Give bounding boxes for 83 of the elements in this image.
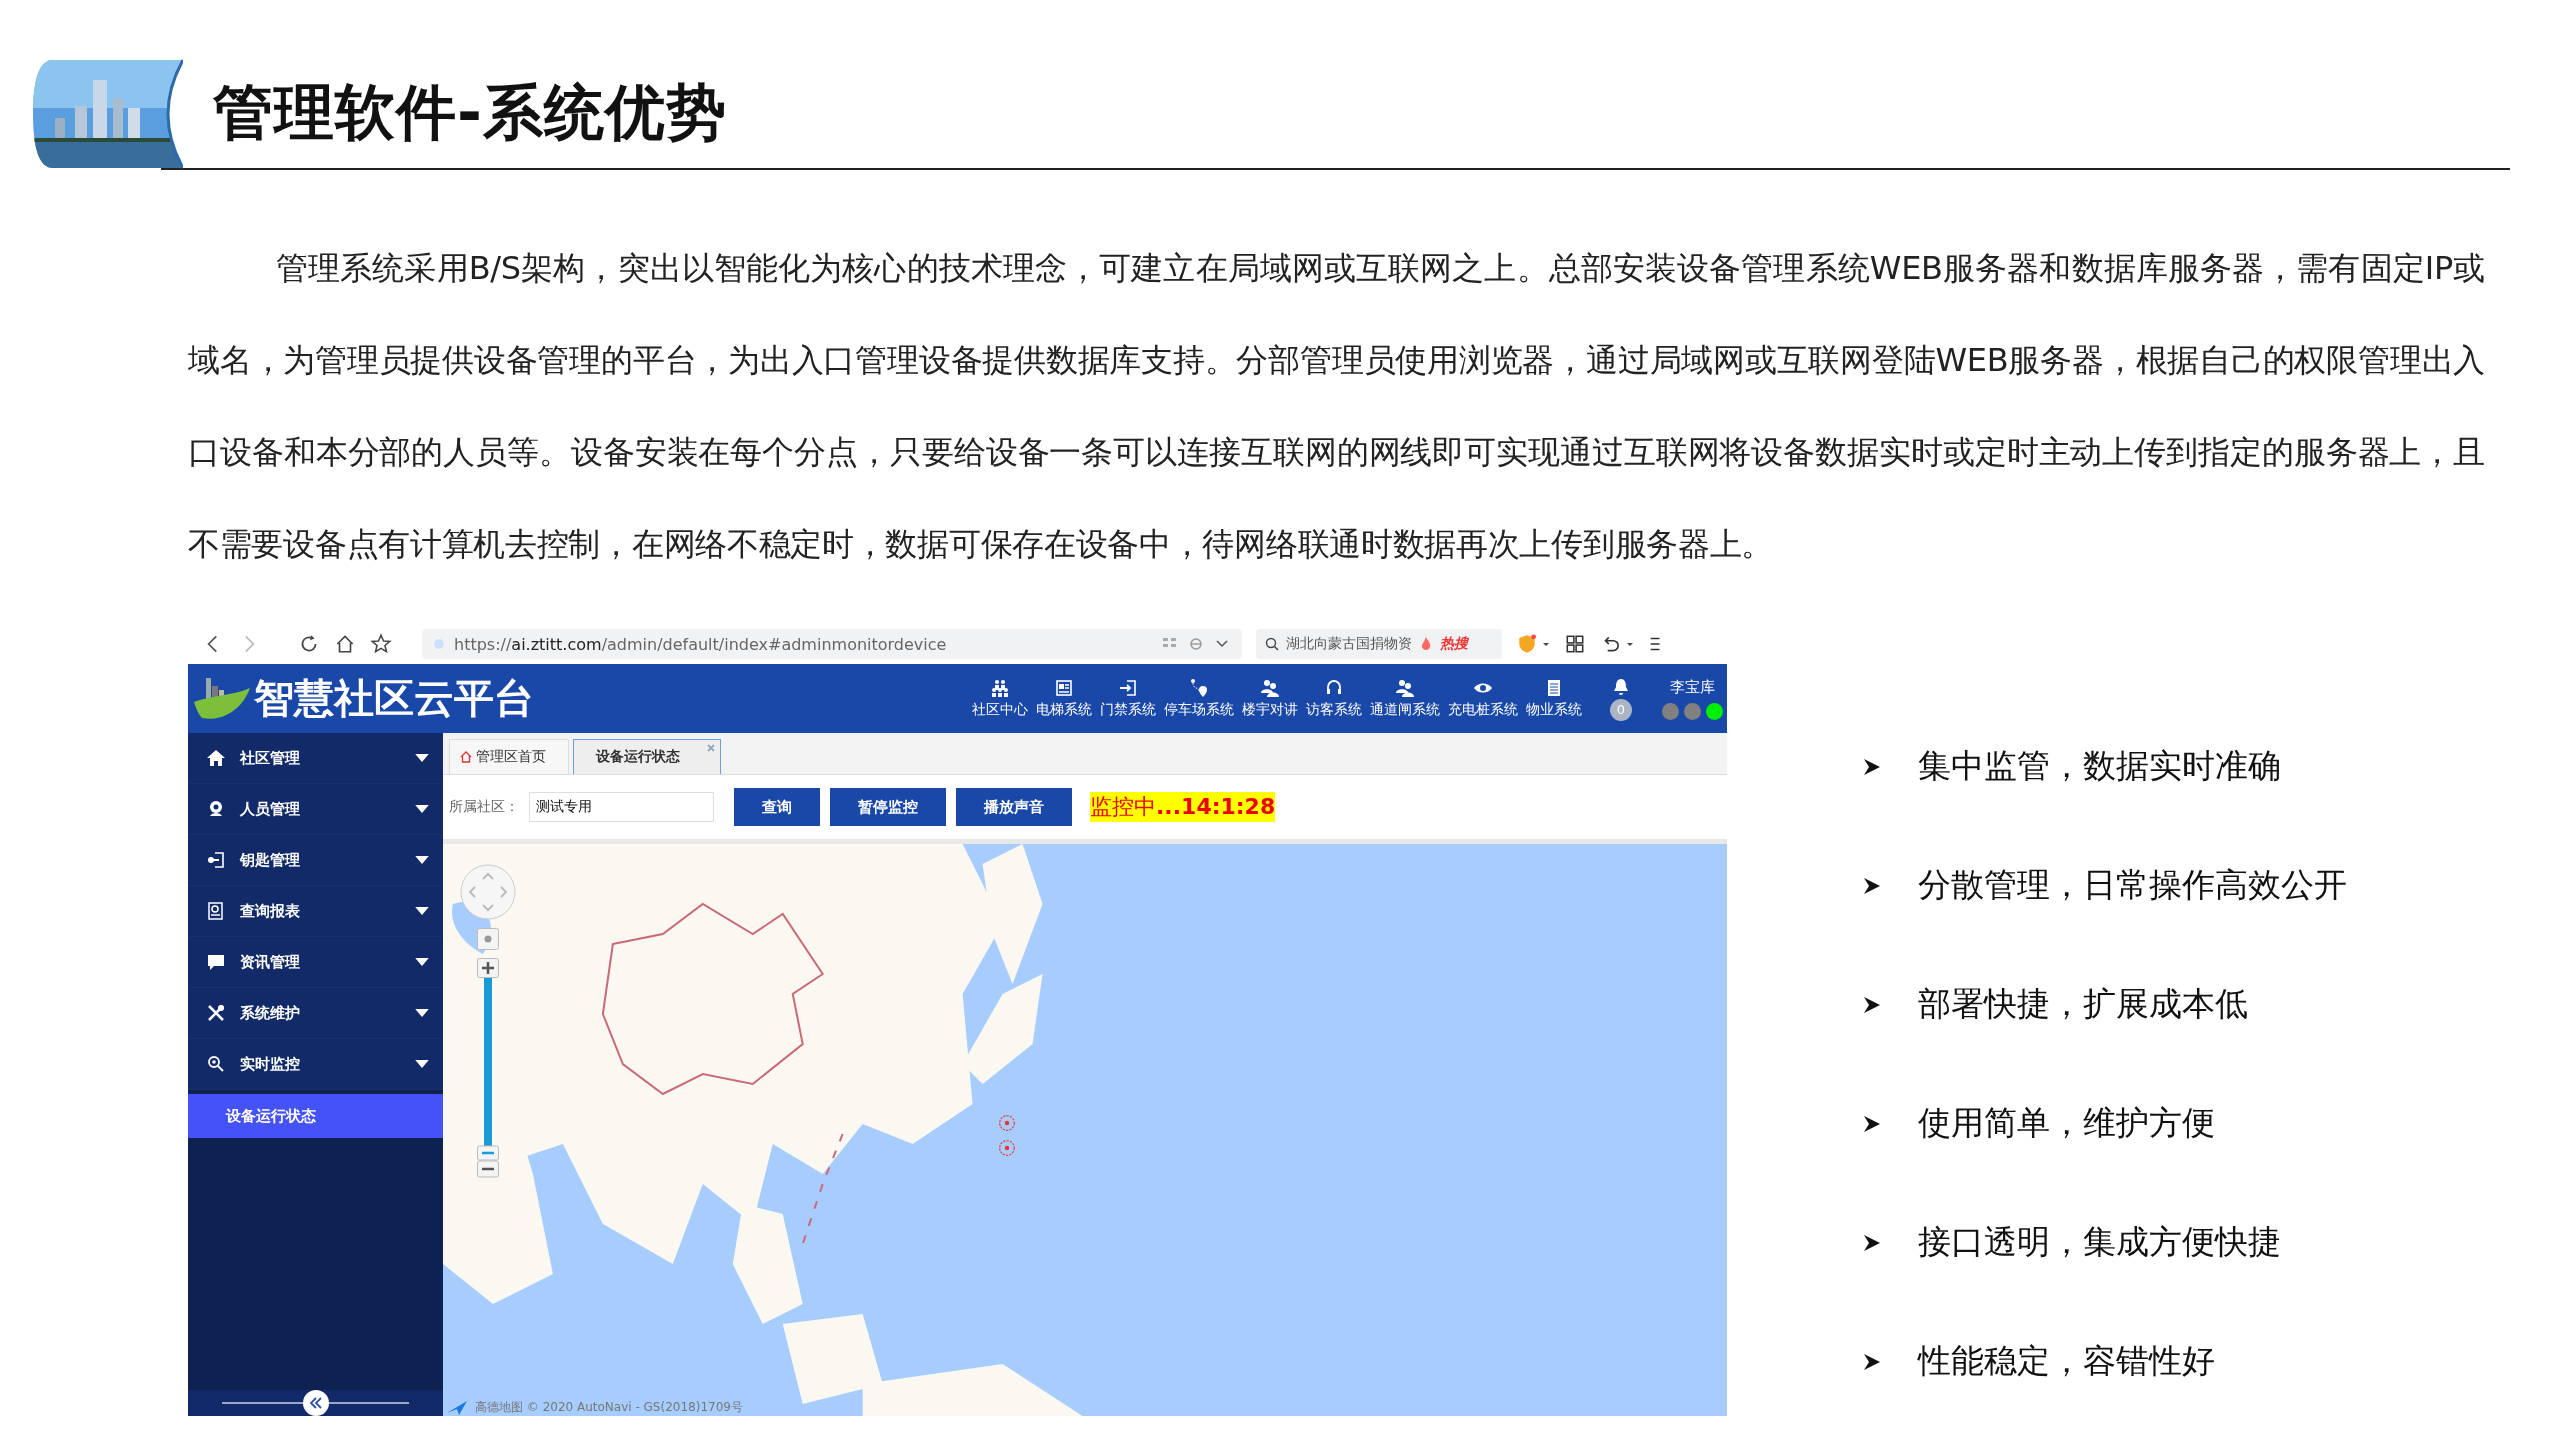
bullet-text: 性能稳定，容错性好 <box>1918 1340 2215 1382</box>
address-bar[interactable]: https://ai.ztitt.com/admin/default/index#adminmonitordevice <box>422 629 1242 659</box>
search-field[interactable]: 湖北向蒙古国捐物资 热搜 <box>1256 629 1502 659</box>
bullet-text: 部署快捷，扩展成本低 <box>1918 983 2248 1025</box>
nav-item[interactable]: 停车场系统 <box>1160 678 1238 719</box>
nav-item[interactable]: 社区中心 <box>968 678 1032 719</box>
users-icon <box>1395 678 1415 698</box>
nav-item[interactable]: 物业系统 <box>1522 678 1586 719</box>
people-icon <box>990 678 1010 698</box>
nav-item[interactable]: 访客系统 <box>1302 678 1366 719</box>
route-pin-icon <box>1189 678 1209 698</box>
description-paragraph: 管理系统采用B/S架构，突出以智能化为核心的技术理念，可建立在局域网或互联网之上。总部安装设备管理系统WEB服务器和数据库服务器，需有固定IP或域名，为管理员提供设备管理的平台，为出入口管理设备提供数据库支持。分部管理员使用浏览器，通过局域网或互联网登陆WEB服务器，根据自己的权限管理出入口设备和本分部的人员等。设备安装在每个分点，只要给设备一条可以连接互联网的网线即可实现通过互联网将设备数据实时或定时主动上传到指定的服务器上，且不需要设备点有计算机去控制，在网络不稳定时，数据可保存在设备中，待网络联通时数据再次上传到服务器上。 <box>188 248 2485 565</box>
caret-down-icon <box>415 1008 429 1018</box>
app-title: 智慧社区云平台 <box>254 673 534 723</box>
monitor-status: 监控中...14:1:28 <box>1090 792 1276 822</box>
caret-down-icon <box>415 957 429 967</box>
nav-item[interactable]: 通道闸系统 <box>1366 678 1444 719</box>
sidebar-item[interactable]: 查询报表 <box>188 886 443 937</box>
hot-search-label: 热搜 <box>1440 635 1468 653</box>
caret-down-icon <box>415 906 429 916</box>
map-logo-icon <box>447 1400 467 1415</box>
panel-icon <box>1054 678 1074 698</box>
sidebar-subitem[interactable]: 设备运行状态 <box>188 1094 443 1138</box>
sidebar-item[interactable]: 钥匙管理 <box>188 835 443 886</box>
location-marker-icon[interactable] <box>998 1114 1016 1132</box>
toolbar-button[interactable]: 暂停监控 <box>830 788 946 826</box>
bell-icon[interactable] <box>1611 676 1631 697</box>
bullet-text: 分散管理，日常操作高效公开 <box>1918 864 2347 906</box>
home-icon <box>206 748 226 768</box>
home-icon <box>460 751 472 763</box>
nav-item[interactable]: 充电桩系统 <box>1444 678 1522 719</box>
field-label: 所属社区： <box>449 798 519 816</box>
caret-icon[interactable] <box>1626 640 1634 648</box>
arrow-bullet-icon <box>1862 994 1882 1015</box>
zoom-slider-icon[interactable] <box>477 958 499 1178</box>
caret-down-icon <box>415 1059 429 1069</box>
nav-item[interactable]: 门禁系统 <box>1096 678 1160 719</box>
locate-button-icon[interactable] <box>477 928 499 950</box>
notification-count: 0 <box>1610 698 1632 721</box>
arrow-bullet-icon <box>1862 1113 1882 1134</box>
tab[interactable]: 管理区首页 <box>449 739 569 774</box>
user-name[interactable]: 李宝库 <box>1670 677 1715 697</box>
caret-down-icon <box>415 804 429 814</box>
bullet-text: 集中监管，数据实时准确 <box>1918 745 2281 787</box>
map-attribution: 高德地图 © 2020 AutoNavi - GS(2018)1709号 <box>475 1399 743 1416</box>
search-icon <box>1264 636 1280 652</box>
location-marker-icon[interactable] <box>998 1139 1016 1157</box>
sidebar-item[interactable]: 系统维护 <box>188 988 443 1039</box>
sidebar-item[interactable]: 人员管理 <box>188 784 443 835</box>
search-icon <box>206 1054 226 1074</box>
toolbar-button[interactable]: 播放声音 <box>956 788 1072 826</box>
arrow-bullet-icon <box>1862 1232 1882 1253</box>
toolbar-button[interactable]: 查询 <box>734 788 820 826</box>
arrow-bullet-icon <box>1862 875 1882 896</box>
sidebar-item[interactable]: 实时监控 <box>188 1039 443 1090</box>
nav-item[interactable]: 电梯系统 <box>1032 678 1096 719</box>
login-icon <box>1118 678 1138 698</box>
double-chevron-left-icon <box>307 1395 324 1411</box>
caret-icon[interactable] <box>1542 640 1550 648</box>
home-icon[interactable] <box>334 633 356 655</box>
tab[interactable]: 设备运行状态 <box>573 739 721 774</box>
globe-icon <box>434 639 444 649</box>
caret-down-icon <box>415 753 429 763</box>
grid-icon[interactable] <box>1564 633 1586 655</box>
report-icon <box>206 901 226 921</box>
nav-item[interactable]: 楼宇对讲 <box>1238 678 1302 719</box>
bullet-text: 使用简单，维护方便 <box>1918 1102 2215 1144</box>
sidebar-item[interactable]: 资讯管理 <box>188 937 443 988</box>
url-text: https://ai.ztitt.com/admin/default/index#adminmonitordevice <box>454 634 947 654</box>
search-suggestion: 湖北向蒙古国捐物资 <box>1286 635 1412 653</box>
tools-icon <box>206 1003 226 1023</box>
collapse-button[interactable] <box>302 1390 329 1416</box>
arrow-bullet-icon <box>1862 1351 1882 1372</box>
key-icon <box>206 850 226 870</box>
community-field[interactable]: 测试专用 <box>529 792 714 822</box>
caret-down-icon <box>415 855 429 865</box>
chat-bubble-icon <box>206 952 226 972</box>
arrow-bullet-icon <box>1862 756 1882 777</box>
star-icon[interactable] <box>370 633 392 655</box>
slide-title: 管理软件-系统优势 <box>213 75 727 149</box>
bullet-text: 接口透明，集成方便快捷 <box>1918 1221 2281 1263</box>
users-icon <box>1260 678 1280 698</box>
sidebar-item[interactable]: 社区管理 <box>188 733 443 784</box>
